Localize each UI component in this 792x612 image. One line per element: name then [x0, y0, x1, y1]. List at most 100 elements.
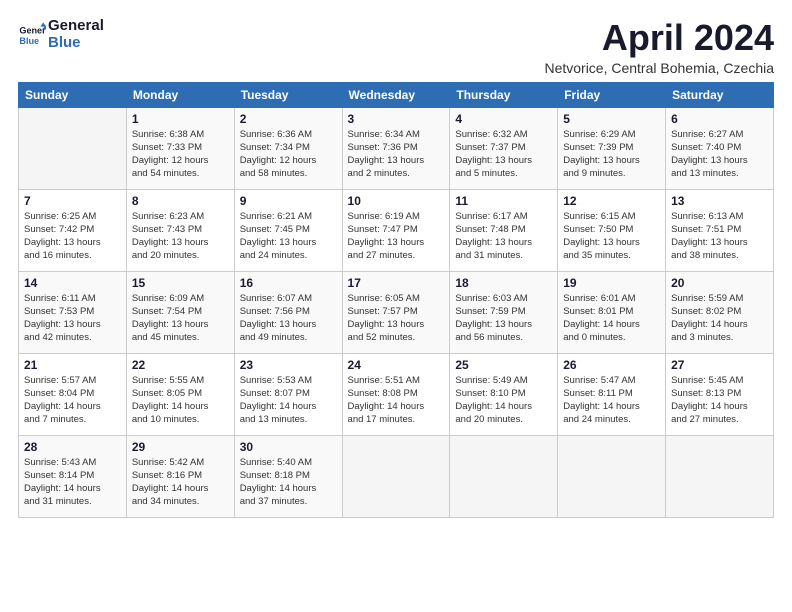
day-number: 18	[455, 276, 552, 290]
calendar-cell: 11 Sunrise: 6:17 AM Sunset: 7:48 PM Dayli…	[450, 189, 558, 271]
day-number: 27	[671, 358, 768, 372]
calendar-cell: 30Sunrise: 5:40 AM Sunset: 8:18 PM Dayli…	[234, 435, 342, 517]
day-info: Sunrise: 6:29 AM Sunset: 7:39 PM Dayligh…	[563, 128, 660, 181]
day-info: Sunrise: 5:45 AM Sunset: 8:13 PM Dayligh…	[671, 374, 768, 427]
day-info: Sunrise: 5:55 AM Sunset: 8:05 PM Dayligh…	[132, 374, 229, 427]
page-container: General Blue General Blue April 2024 Net…	[0, 0, 792, 528]
calendar-cell: 24 Sunrise: 5:51 AM Sunset: 8:08 PM Dayli…	[342, 353, 450, 435]
calendar-cell: 18 Sunrise: 6:03 AM Sunset: 7:59 PM Dayli…	[450, 271, 558, 353]
day-number: 21	[24, 358, 121, 372]
day-number: 1	[132, 112, 229, 126]
calendar-week-row: 14 Sunrise: 6:11 AM Sunset: 7:53 PM Dayli…	[19, 271, 774, 353]
header-day: Monday	[126, 82, 234, 107]
day-number: 4	[455, 112, 552, 126]
calendar-cell	[450, 435, 558, 517]
day-info: Sunrise: 5:43 AM Sunset: 8:14 PM Dayligh…	[24, 456, 121, 509]
header-day: Wednesday	[342, 82, 450, 107]
day-info: Sunrise: 6:27 AM Sunset: 7:40 PM Dayligh…	[671, 128, 768, 181]
day-number: 12	[563, 194, 660, 208]
day-info: Sunrise: 6:19 AM Sunset: 7:47 PM Dayligh…	[348, 210, 445, 263]
day-number: 17	[348, 276, 445, 290]
day-info: Sunrise: 6:09 AM Sunset: 7:54 PM Dayligh…	[132, 292, 229, 345]
day-info: Sunrise: 5:59 AM Sunset: 8:02 PM Dayligh…	[671, 292, 768, 345]
day-number: 11	[455, 194, 552, 208]
day-info: Sunrise: 5:47 AM Sunset: 8:11 PM Dayligh…	[563, 374, 660, 427]
day-info: Sunrise: 6:36 AM Sunset: 7:34 PM Dayligh…	[240, 128, 337, 181]
header-row: SundayMondayTuesdayWednesdayThursdayFrid…	[19, 82, 774, 107]
calendar-cell: 2Sunrise: 6:36 AM Sunset: 7:34 PM Daylig…	[234, 107, 342, 189]
calendar-cell	[558, 435, 666, 517]
calendar-cell: 17 Sunrise: 6:05 AM Sunset: 7:57 PM Dayli…	[342, 271, 450, 353]
day-number: 9	[240, 194, 337, 208]
day-info: Sunrise: 6:17 AM Sunset: 7:48 PM Dayligh…	[455, 210, 552, 263]
calendar-cell: 23Sunrise: 5:53 AM Sunset: 8:07 PM Dayli…	[234, 353, 342, 435]
day-info: Sunrise: 6:11 AM Sunset: 7:53 PM Dayligh…	[24, 292, 121, 345]
day-number: 6	[671, 112, 768, 126]
calendar-cell	[666, 435, 774, 517]
month-title: April 2024	[544, 18, 774, 58]
day-info: Sunrise: 5:57 AM Sunset: 8:04 PM Dayligh…	[24, 374, 121, 427]
day-number: 10	[348, 194, 445, 208]
logo: General Blue General Blue	[18, 18, 104, 51]
day-number: 15	[132, 276, 229, 290]
calendar-cell: 14 Sunrise: 6:11 AM Sunset: 7:53 PM Dayli…	[19, 271, 127, 353]
day-number: 13	[671, 194, 768, 208]
day-number: 22	[132, 358, 229, 372]
calendar-cell: 5 Sunrise: 6:29 AM Sunset: 7:39 PM Daylig…	[558, 107, 666, 189]
location: Netvorice, Central Bohemia, Czechia	[544, 60, 774, 76]
calendar-cell: 15 Sunrise: 6:09 AM Sunset: 7:54 PM Dayli…	[126, 271, 234, 353]
day-number: 28	[24, 440, 121, 454]
header-day: Thursday	[450, 82, 558, 107]
calendar-cell: 7 Sunrise: 6:25 AM Sunset: 7:42 PM Daylig…	[19, 189, 127, 271]
calendar-cell: 19Sunrise: 6:01 AM Sunset: 8:01 PM Dayli…	[558, 271, 666, 353]
day-info: Sunrise: 6:34 AM Sunset: 7:36 PM Dayligh…	[348, 128, 445, 181]
day-info: Sunrise: 6:21 AM Sunset: 7:45 PM Dayligh…	[240, 210, 337, 263]
day-info: Sunrise: 5:40 AM Sunset: 8:18 PM Dayligh…	[240, 456, 337, 509]
day-number: 16	[240, 276, 337, 290]
day-info: Sunrise: 6:05 AM Sunset: 7:57 PM Dayligh…	[348, 292, 445, 345]
day-number: 5	[563, 112, 660, 126]
day-number: 8	[132, 194, 229, 208]
day-info: Sunrise: 6:13 AM Sunset: 7:51 PM Dayligh…	[671, 210, 768, 263]
day-info: Sunrise: 5:53 AM Sunset: 8:07 PM Dayligh…	[240, 374, 337, 427]
calendar-week-row: 7 Sunrise: 6:25 AM Sunset: 7:42 PM Daylig…	[19, 189, 774, 271]
day-number: 3	[348, 112, 445, 126]
calendar-cell: 22 Sunrise: 5:55 AM Sunset: 8:05 PM Dayli…	[126, 353, 234, 435]
calendar-cell: 20 Sunrise: 5:59 AM Sunset: 8:02 PM Dayli…	[666, 271, 774, 353]
calendar-cell: 28 Sunrise: 5:43 AM Sunset: 8:14 PM Dayli…	[19, 435, 127, 517]
day-number: 19	[563, 276, 660, 290]
calendar-cell: 27 Sunrise: 5:45 AM Sunset: 8:13 PM Dayli…	[666, 353, 774, 435]
header-day: Tuesday	[234, 82, 342, 107]
day-info: Sunrise: 6:03 AM Sunset: 7:59 PM Dayligh…	[455, 292, 552, 345]
calendar-cell: 3 Sunrise: 6:34 AM Sunset: 7:36 PM Daylig…	[342, 107, 450, 189]
calendar-cell: 8 Sunrise: 6:23 AM Sunset: 7:43 PM Daylig…	[126, 189, 234, 271]
calendar-week-row: 21 Sunrise: 5:57 AM Sunset: 8:04 PM Dayli…	[19, 353, 774, 435]
day-number: 24	[348, 358, 445, 372]
calendar-cell: 4 Sunrise: 6:32 AM Sunset: 7:37 PM Daylig…	[450, 107, 558, 189]
day-info: Sunrise: 6:07 AM Sunset: 7:56 PM Dayligh…	[240, 292, 337, 345]
day-info: Sunrise: 6:38 AM Sunset: 7:33 PM Dayligh…	[132, 128, 229, 181]
day-number: 26	[563, 358, 660, 372]
day-number: 7	[24, 194, 121, 208]
day-info: Sunrise: 6:23 AM Sunset: 7:43 PM Dayligh…	[132, 210, 229, 263]
calendar-cell: 16 Sunrise: 6:07 AM Sunset: 7:56 PM Dayli…	[234, 271, 342, 353]
header: General Blue General Blue April 2024 Net…	[18, 18, 774, 76]
calendar-cell: 29Sunrise: 5:42 AM Sunset: 8:16 PM Dayli…	[126, 435, 234, 517]
calendar-cell: 13 Sunrise: 6:13 AM Sunset: 7:51 PM Dayli…	[666, 189, 774, 271]
calendar-cell: 1 Sunrise: 6:38 AM Sunset: 7:33 PM Daylig…	[126, 107, 234, 189]
day-info: Sunrise: 5:51 AM Sunset: 8:08 PM Dayligh…	[348, 374, 445, 427]
logo-icon: General Blue	[18, 21, 46, 49]
calendar-cell	[19, 107, 127, 189]
day-info: Sunrise: 6:25 AM Sunset: 7:42 PM Dayligh…	[24, 210, 121, 263]
day-number: 14	[24, 276, 121, 290]
header-day: Friday	[558, 82, 666, 107]
day-number: 29	[132, 440, 229, 454]
svg-text:Blue: Blue	[19, 36, 39, 46]
calendar-week-row: 1 Sunrise: 6:38 AM Sunset: 7:33 PM Daylig…	[19, 107, 774, 189]
calendar-cell: 10 Sunrise: 6:19 AM Sunset: 7:47 PM Dayli…	[342, 189, 450, 271]
day-number: 20	[671, 276, 768, 290]
title-block: April 2024 Netvorice, Central Bohemia, C…	[544, 18, 774, 76]
header-day: Sunday	[19, 82, 127, 107]
day-info: Sunrise: 6:32 AM Sunset: 7:37 PM Dayligh…	[455, 128, 552, 181]
calendar-table: SundayMondayTuesdayWednesdayThursdayFrid…	[18, 82, 774, 518]
